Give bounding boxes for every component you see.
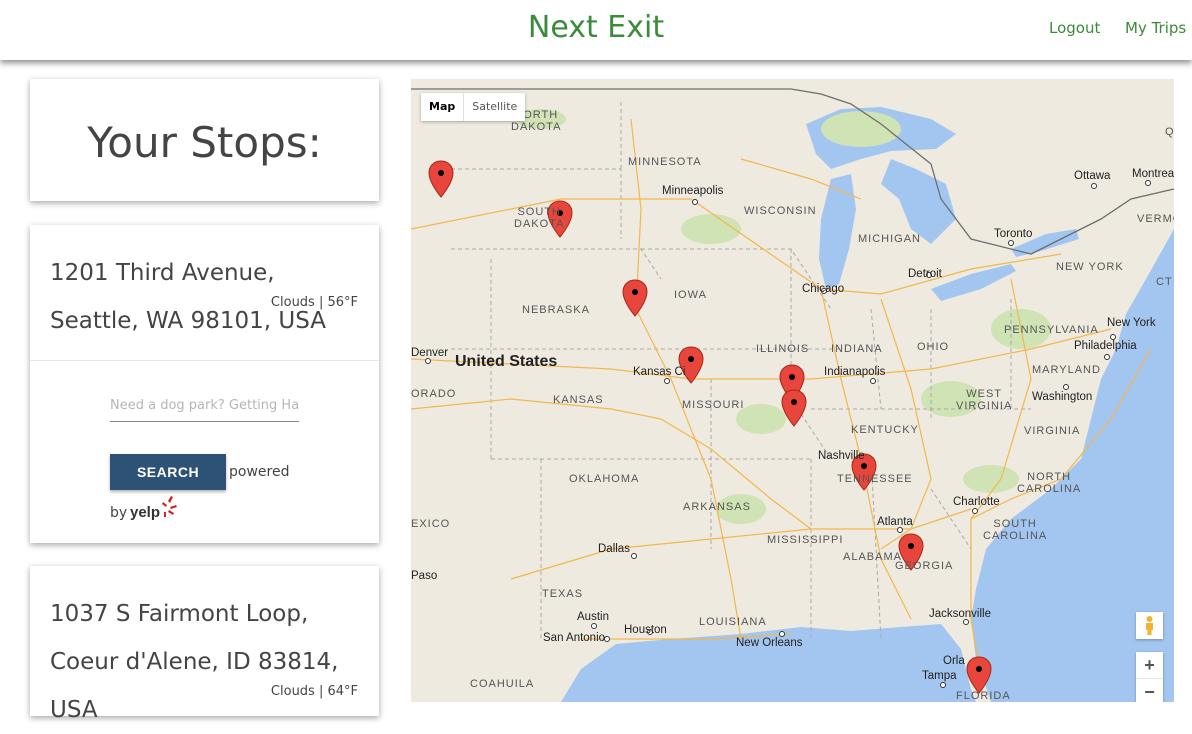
map-label-city: Montreal	[1132, 168, 1174, 180]
map-label-state: KENTUCKY	[851, 424, 919, 436]
map-label-state: PENNSYLVANIA	[1004, 324, 1099, 336]
map-label-state: ORADO	[411, 388, 457, 400]
map-label-state: MISSISSIPPI	[767, 534, 844, 546]
map-label-state: VIRGINIA	[1024, 425, 1081, 437]
map-label-city: Indianapolis	[824, 366, 886, 378]
map-label-state: MARYLAND	[1032, 364, 1101, 376]
search-button[interactable]: SEARCH	[110, 454, 226, 490]
map-label-state: IOWA	[674, 289, 707, 301]
map-label-city: Philadelphia	[1074, 340, 1137, 352]
map-label-city: New York	[1107, 317, 1156, 329]
map-label-city: San Antonio	[543, 632, 606, 644]
map-label-state: OKLAHOMA	[569, 473, 640, 485]
map-label-city: Charlotte	[953, 496, 1000, 508]
map-label-state: MINNESOTA	[628, 156, 702, 168]
app-brand[interactable]: Next Exit	[0, 10, 1192, 45]
lake-erie	[931, 264, 1016, 301]
stop-address: 1037 S Fairmont Loop, Coeur d'Alene, ID …	[50, 601, 339, 723]
map-label-city: Paso	[411, 570, 438, 582]
map-label-state: MISSOURI	[682, 399, 745, 411]
powered-text: powered	[229, 464, 290, 480]
map-pin-icon	[622, 279, 648, 317]
map-type-map-button[interactable]: Map	[421, 93, 465, 121]
my-trips-link[interactable]: My Trips	[1125, 19, 1186, 37]
stop-weather: Clouds | 56°F	[270, 295, 358, 310]
map-label-country: United States	[455, 353, 558, 370]
zoom-in-button[interactable]: +	[1136, 652, 1163, 679]
map-label-state: OHIO	[917, 341, 950, 353]
map-label-state: GEORGIA	[895, 560, 954, 572]
map-label-city: Houston	[624, 624, 667, 636]
map-label-city: Toronto	[994, 228, 1033, 240]
zoom-out-button[interactable]: −	[1136, 679, 1163, 702]
map-label-state: WISCONSIN	[744, 205, 817, 217]
map-label-state: TEXAS	[542, 588, 584, 600]
pegman-icon[interactable]	[1136, 612, 1163, 639]
map-label-state: WEST VIRGINIA	[956, 388, 1013, 412]
by-text: by	[110, 505, 128, 521]
map-label-city: Chicago	[802, 283, 845, 295]
map-label-state: NEBRASKA	[522, 304, 590, 316]
stop-weather: Clouds | 64°F	[270, 684, 358, 699]
map-label-state: EXICO	[411, 518, 451, 530]
map-label-city: Dallas	[598, 543, 630, 555]
stops-title-card: Your Stops:	[30, 79, 379, 201]
map-label-state: NORTH CAROLINA	[1017, 471, 1082, 495]
map-label-state: SOUTH DAKOTA	[514, 206, 565, 230]
lake-huron	[881, 159, 956, 244]
map-type-control: Map Satellite	[421, 93, 526, 121]
map-label-state: COAHUILA	[470, 678, 535, 690]
yelp-logo: yelp	[130, 495, 180, 530]
map-pin-icon	[428, 160, 454, 198]
search-input[interactable]	[110, 390, 299, 422]
map-label-state: NEW YORK	[1056, 261, 1124, 273]
map-label-city: New Orleans	[736, 637, 803, 649]
map-label-state: MICHIGAN	[858, 233, 921, 245]
stop-card: 1201 Third Avenue, Seattle, WA 98101, US…	[30, 225, 379, 543]
map-type-satellite-button[interactable]: Satellite	[464, 93, 525, 121]
map-label-state: SOUTH CAROLINA	[983, 518, 1048, 542]
stop-card: 1037 S Fairmont Loop, Coeur d'Alene, ID …	[30, 566, 379, 723]
map-label-state: Q	[1165, 126, 1174, 138]
route-map[interactable]: NORTH DAKOTA MINNESOTA SOUTH DAKOTA WISC…	[411, 79, 1174, 702]
lake-michigan	[819, 174, 856, 289]
stops-heading: Your Stops:	[87, 118, 322, 167]
map-label-city: Orla	[943, 655, 965, 667]
logout-link[interactable]: Logout	[1049, 19, 1100, 37]
map-label-city: Denver	[411, 347, 449, 359]
map-label-city: Washington	[1032, 391, 1093, 403]
map-label-city: Austin	[577, 611, 609, 623]
map-label-city: Ottawa	[1074, 170, 1111, 182]
map-label-state: FLORIDA	[956, 690, 1011, 702]
map-label-state: ARKANSAS	[683, 501, 751, 513]
map-label-city: Minneapolis	[662, 185, 724, 197]
svg-text:yelp: yelp	[130, 504, 160, 521]
navbar: Next Exit Logout My Trips	[0, 0, 1192, 60]
map-label-city: Jacksonville	[929, 608, 991, 620]
map-label-city: Nashville	[818, 450, 865, 462]
map-label-state: CT	[1156, 276, 1173, 288]
map-label-city: Atlanta	[877, 516, 913, 528]
map-label-state: INDIANA	[831, 343, 883, 355]
map-label-state: KANSAS	[553, 394, 604, 406]
card-divider	[30, 360, 379, 361]
map-label-state: ALABAMA	[843, 551, 902, 563]
map-label-state: VERMO	[1137, 213, 1174, 225]
map-label-state: TENNESSEE	[837, 473, 913, 485]
map-label-state: LOUISIANA	[699, 616, 767, 628]
map-label-city: Kansas Ci	[633, 366, 686, 378]
map-label-city: Tampa	[922, 670, 957, 682]
map-label-city: Detroit	[908, 268, 942, 280]
zoom-control: + −	[1136, 652, 1163, 702]
map-label-state: ILLINOIS	[756, 343, 810, 355]
